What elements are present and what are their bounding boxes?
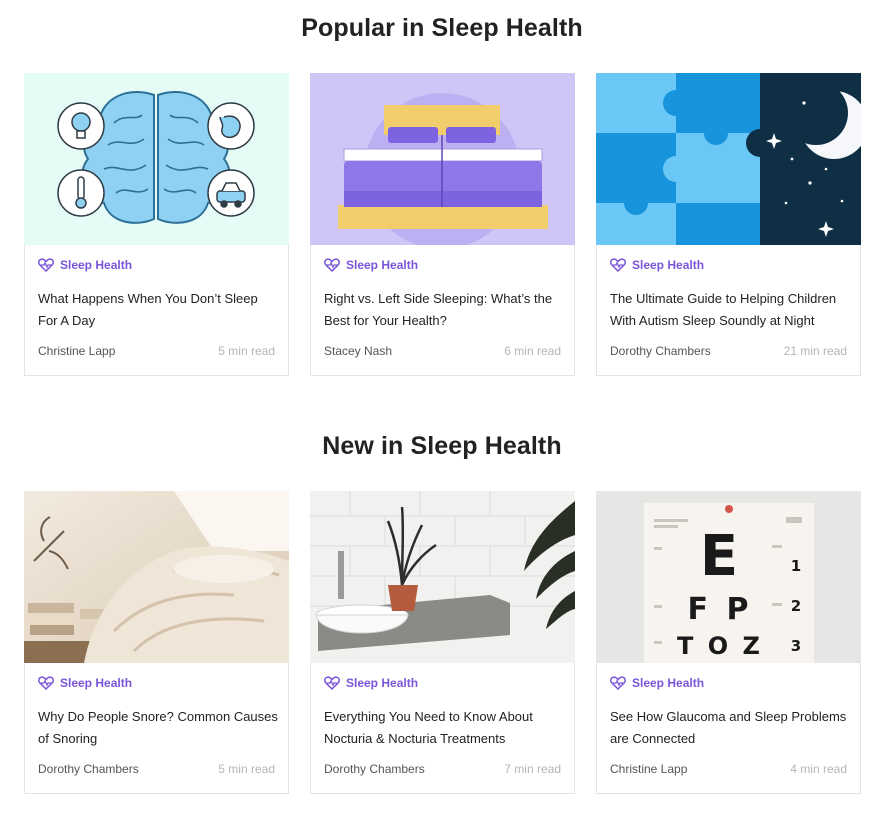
article-title[interactable]: Everything You Need to Know About Noctur… xyxy=(324,706,564,750)
eye-chart-number-1: 1 xyxy=(791,557,801,575)
eye-chart-row-3: T O Z xyxy=(677,632,763,660)
category-tag[interactable]: Sleep Health xyxy=(38,674,132,692)
eye-chart-number-3: 3 xyxy=(791,637,801,655)
eye-chart-row-1: E xyxy=(700,524,738,589)
eye-chart-row-2: F P xyxy=(688,592,753,627)
category-tag[interactable]: Sleep Health xyxy=(324,674,418,692)
read-time: 5 min read xyxy=(218,344,275,358)
bathroom-sink-photo[interactable] xyxy=(310,491,575,663)
category-tag[interactable]: Sleep Health xyxy=(610,256,704,274)
read-time: 5 min read xyxy=(218,762,275,776)
read-time: 7 min read xyxy=(504,762,561,776)
article-title[interactable]: Why Do People Snore? Common Causes of Sn… xyxy=(38,706,278,750)
category-label: Sleep Health xyxy=(346,258,419,272)
bed-illustration[interactable] xyxy=(310,73,575,245)
article-title[interactable]: See How Glaucoma and Sleep Problems are … xyxy=(610,706,850,750)
article-author: Dorothy Chambers xyxy=(610,344,711,358)
article-author: Christine Lapp xyxy=(610,762,688,776)
read-time: 21 min read xyxy=(783,344,847,358)
section-title-popular: Popular in Sleep Health xyxy=(301,14,583,42)
heart-pulse-icon xyxy=(610,676,626,690)
eye-chart-number-2: 2 xyxy=(791,597,801,615)
article-card[interactable]: Sleep Health What Happens When You Don’t… xyxy=(24,73,289,376)
category-tag[interactable]: Sleep Health xyxy=(38,256,132,274)
article-author: Dorothy Chambers xyxy=(324,762,425,776)
category-tag[interactable]: Sleep Health xyxy=(324,256,418,274)
article-author: Stacey Nash xyxy=(324,344,393,358)
heart-pulse-icon xyxy=(324,676,340,690)
heart-pulse-icon xyxy=(38,258,54,272)
section-title-new: New in Sleep Health xyxy=(322,432,562,460)
brain-illustration[interactable] xyxy=(24,73,289,245)
article-title[interactable]: What Happens When You Don’t Sleep For A … xyxy=(38,288,278,332)
bedroom-photo[interactable] xyxy=(24,491,289,663)
category-tag[interactable]: Sleep Health xyxy=(610,674,704,692)
category-label: Sleep Health xyxy=(60,258,133,272)
article-card[interactable]: E F P T O Z 1 2 3 Sleep Health See How G… xyxy=(596,491,861,794)
article-author: Dorothy Chambers xyxy=(38,762,139,776)
heart-pulse-icon xyxy=(324,258,340,272)
read-time: 6 min read xyxy=(504,344,561,358)
category-label: Sleep Health xyxy=(632,258,705,272)
eye-chart-photo[interactable]: E F P T O Z 1 2 3 xyxy=(596,491,861,663)
article-card[interactable]: Sleep Health The Ultimate Guide to Helpi… xyxy=(596,73,861,376)
article-author: Christine Lapp xyxy=(38,344,116,358)
article-title[interactable]: Right vs. Left Side Sleeping: What’s the… xyxy=(324,288,564,332)
article-card[interactable]: Sleep Health Everything You Need to Know… xyxy=(310,491,575,794)
article-title[interactable]: The Ultimate Guide to Helping Children W… xyxy=(610,288,850,332)
heart-pulse-icon xyxy=(38,676,54,690)
read-time: 4 min read xyxy=(790,762,847,776)
category-label: Sleep Health xyxy=(60,676,133,690)
article-card[interactable]: Sleep Health Why Do People Snore? Common… xyxy=(24,491,289,794)
heart-pulse-icon xyxy=(610,258,626,272)
category-label: Sleep Health xyxy=(346,676,419,690)
article-card[interactable]: Sleep Health Right vs. Left Side Sleepin… xyxy=(310,73,575,376)
puzzle-moon-illustration[interactable] xyxy=(596,73,861,245)
category-label: Sleep Health xyxy=(632,676,705,690)
